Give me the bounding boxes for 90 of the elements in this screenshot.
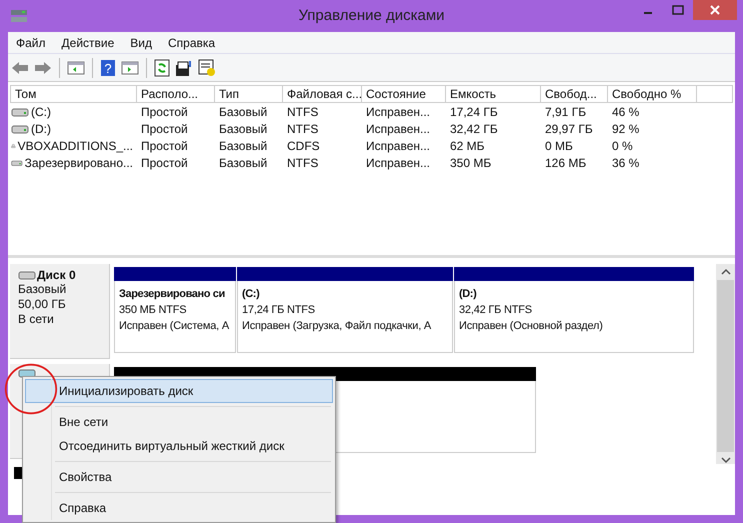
partition-title: (D:) xyxy=(459,287,478,302)
partition-size: 32,42 ГБ NTFS xyxy=(459,303,533,318)
partition-title: (C:) xyxy=(242,287,260,302)
maximize-icon xyxy=(672,5,684,15)
table-cell: NTFS xyxy=(287,104,318,118)
table-cell: NTFS xyxy=(287,156,318,170)
settings-icon[interactable] xyxy=(198,58,216,76)
window-title: Управление дисками xyxy=(297,7,446,24)
context-menu-item[interactable]: Отсоединить виртуальный жесткий диск xyxy=(25,434,333,458)
table-cell: Исправен... xyxy=(366,138,430,152)
column-header[interactable]: Емкость xyxy=(446,85,541,103)
vertical-scrollbar[interactable] xyxy=(716,264,735,464)
column-header[interactable]: Файловая с... xyxy=(283,85,362,103)
table-cell: Простой xyxy=(141,138,188,152)
table-cell: Исправен... xyxy=(366,104,430,118)
forward-arrow-icon[interactable] xyxy=(34,60,52,74)
table-cell: Базовый xyxy=(219,138,268,152)
partition-box[interactable]: Зарезервировано си 350 МБ NTFS Исправен (Система, А xyxy=(114,281,236,353)
partition-box[interactable]: (D:) 32,42 ГБ NTFS Исправен (Основной раздел) xyxy=(454,281,694,353)
column-header[interactable]: Свобод... xyxy=(541,85,608,103)
menu-item[interactable]: Действие xyxy=(62,36,114,50)
disk-management-icon xyxy=(10,8,28,24)
table-cell: 32,42 ГБ xyxy=(450,122,498,136)
table-cell: Базовый xyxy=(219,122,268,136)
partition-size: 350 МБ NTFS xyxy=(119,303,188,318)
table-cell: Простой xyxy=(141,156,188,170)
table-cell: Простой xyxy=(141,104,188,118)
context-menu-item[interactable]: Инициализировать диск xyxy=(25,379,333,403)
column-header[interactable]: Располо... xyxy=(137,85,215,103)
help-icon[interactable]: ? xyxy=(100,58,116,76)
partition-status: Исправен (Система, А xyxy=(119,319,230,334)
table-cell: 92 % xyxy=(612,122,640,136)
refresh-icon[interactable] xyxy=(154,58,170,76)
back-arrow-icon[interactable] xyxy=(11,60,29,74)
table-cell: 7,91 ГБ xyxy=(545,104,586,118)
column-header[interactable]: Том xyxy=(10,85,137,103)
table-cell: Базовый xyxy=(219,104,268,118)
table-cell: Исправен... xyxy=(366,156,430,170)
context-menu-item[interactable]: Справка xyxy=(25,496,333,520)
disk-info: Базовый xyxy=(18,282,68,297)
drive-icon xyxy=(11,158,23,168)
table-cell: 62 МБ xyxy=(450,138,485,152)
table-cell: Зарезервировано... xyxy=(24,156,133,170)
disk-info: В сети xyxy=(18,312,55,327)
table-cell: VBOXADDITIONS_... xyxy=(18,138,133,152)
scroll-down-icon[interactable] xyxy=(720,456,730,464)
table-cell: (D:) xyxy=(31,122,51,136)
table-cell: 46 % xyxy=(612,104,640,118)
drive-icon xyxy=(11,106,29,116)
disk-info: 50,00 ГБ xyxy=(18,297,67,312)
table-cell: 0 % xyxy=(612,138,633,152)
drive-icon xyxy=(11,124,29,134)
table-cell: Исправен... xyxy=(366,122,430,136)
table-cell: (C:) xyxy=(31,104,51,118)
table-cell: 350 МБ xyxy=(450,156,492,170)
console-tree-icon[interactable] xyxy=(67,60,85,76)
scroll-up-icon[interactable] xyxy=(720,268,730,276)
action-pane-icon[interactable] xyxy=(121,60,139,76)
partition-box[interactable]: (C:) 17,24 ГБ NTFS Исправен (Загрузка, Файл подкачки, А xyxy=(237,281,453,353)
minimize-icon xyxy=(644,12,652,14)
close-button[interactable] xyxy=(693,0,737,20)
context-menu-item[interactable]: Свойства xyxy=(25,465,333,489)
menu-item[interactable]: Справка xyxy=(168,36,216,50)
drive-icon xyxy=(18,368,36,378)
partition-status: Исправен (Загрузка, Файл подкачки, А xyxy=(242,319,432,334)
properties-icon[interactable] xyxy=(175,58,193,76)
table-cell: 0 МБ xyxy=(545,138,573,152)
table-cell: Базовый xyxy=(219,156,268,170)
table-cell: 29,97 ГБ xyxy=(545,122,593,136)
table-cell: 126 МБ xyxy=(545,156,586,170)
partition-size: 17,24 ГБ NTFS xyxy=(242,303,316,318)
table-cell: CDFS xyxy=(287,138,320,152)
column-header[interactable]: Свободно % xyxy=(608,85,697,103)
column-header[interactable]: Состояние xyxy=(362,85,446,103)
disk-name: Диск 0 xyxy=(37,268,76,282)
table-cell: Простой xyxy=(141,122,188,136)
table-cell: 17,24 ГБ xyxy=(450,104,498,118)
drive-icon xyxy=(18,270,36,280)
menu-item[interactable]: Вид xyxy=(130,36,152,50)
partition-title: Зарезервировано си xyxy=(119,287,226,302)
context-menu-item[interactable]: Вне сети xyxy=(25,410,333,434)
table-cell: NTFS xyxy=(287,122,318,136)
close-icon xyxy=(709,4,721,16)
partition-status: Исправен (Основной раздел) xyxy=(459,319,604,334)
annotation-circle xyxy=(4,362,58,416)
menu-item[interactable]: Файл xyxy=(16,36,46,50)
scroll-thumb[interactable] xyxy=(717,280,734,452)
table-cell: 36 % xyxy=(612,156,640,170)
disk-label-panel[interactable]: Диск 0 Базовый 50,00 ГБ В сети xyxy=(10,264,110,359)
column-header[interactable]: Тип xyxy=(215,85,283,103)
